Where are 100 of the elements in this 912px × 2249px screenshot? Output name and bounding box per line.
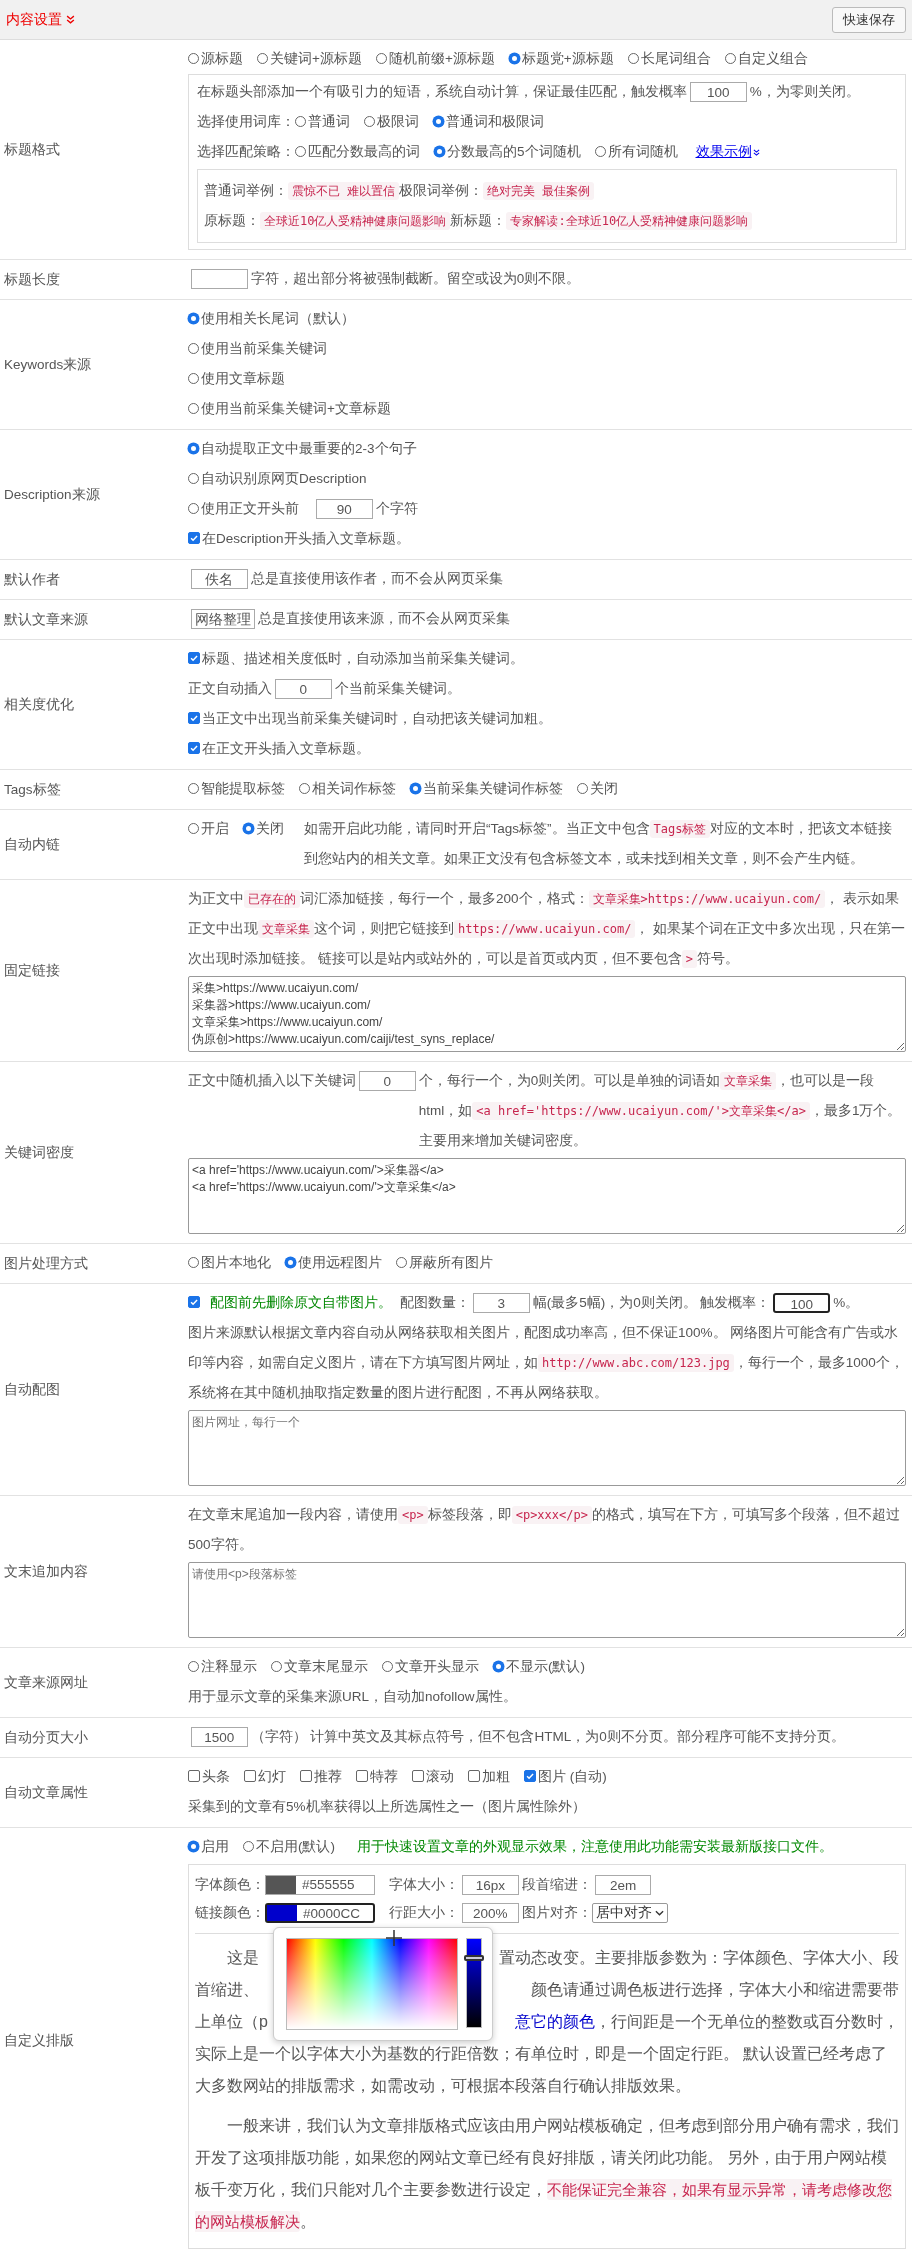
radio-button[interactable] [410,783,421,794]
quick-save-button[interactable]: 快速保存 [832,6,906,33]
radio-option[interactable]: 启用 [188,1839,229,1854]
color-value: #0000CC [302,1905,362,1922]
input-field[interactable]: 0 [275,679,332,700]
section-title[interactable]: 内容设置 [6,10,62,29]
checkbox-option[interactable]: 滚动 [412,1769,454,1784]
radio-option[interactable]: 匹配分数最高的词 [295,144,420,159]
radio-option[interactable]: 普通词和极限词 [433,114,544,129]
checkbox-option[interactable]: 标题、描述相关度低时，自动添加当前采集关键词。 [188,651,524,666]
double-chevron-icon[interactable] [66,15,75,24]
radio-button[interactable] [188,443,199,454]
checkbox[interactable] [468,1770,480,1782]
text-area[interactable]: 采集>https://www.ucaiyun.com/ 采集器>https://www.ucaiyun.com/ 文章采集>https://www.ucaiyun.com/ 伪原创>https://www.ucaiyun.com/caiji/test_syns_replace/ [188,976,906,1052]
checkbox-option[interactable]: 头条 [188,1769,230,1784]
radio-option[interactable]: 随机前缀+源标题 [375,51,495,66]
checkbox[interactable] [356,1770,368,1782]
input-field[interactable]: 3 [473,1293,530,1314]
radio-option[interactable]: 不显示(默认) [493,1659,585,1674]
text-area[interactable]: 请使用<p>段落标签 [188,1562,906,1638]
checkbox-option[interactable]: 图片 (自动) [524,1769,607,1784]
radio-option[interactable]: 关闭 [243,814,284,844]
radio-button[interactable] [493,1661,504,1672]
crosshair-icon[interactable] [386,1930,402,1946]
input-field[interactable]: 1500 [191,1727,248,1748]
radio-option[interactable]: 自动提取正文中最重要的2-3个句子 [188,441,417,456]
radio-option[interactable]: 极限词 [364,114,419,129]
checkbox-option[interactable]: 幻灯 [244,1769,286,1784]
radio-option[interactable]: 注释显示 [188,1659,257,1674]
radio-option[interactable]: 图片本地化 [188,1255,271,1270]
radio-option[interactable]: 关闭 [577,781,618,796]
brightness-track[interactable] [466,1938,482,2028]
radio-option[interactable]: 当前采集关键词作标签 [410,781,563,796]
radio-option[interactable]: 标题党+源标题 [508,51,614,66]
color-field[interactable]: #0000CC [265,1903,375,1924]
double-chevron-icon [752,149,760,156]
radio-option[interactable]: 使用当前采集关键词+文章标题 [188,401,391,416]
radio-option[interactable]: 长尾词组合 [627,51,711,66]
slider-thumb[interactable] [464,1954,484,1961]
text-area[interactable]: 图片网址，每行一个 [188,1410,906,1486]
radio-option[interactable]: 开启 [188,814,229,844]
checkbox-option[interactable]: 推荐 [300,1769,342,1784]
input-field[interactable]: 2em [594,1875,652,1896]
checkbox[interactable] [188,742,200,754]
checkbox-option[interactable]: 在Description开头插入文章标题。 [188,531,410,546]
color-swatch[interactable] [266,1876,296,1895]
radio-button[interactable] [243,823,254,834]
radio-button[interactable] [188,313,199,324]
radio-button[interactable] [434,146,445,157]
color-spectrum[interactable] [286,1938,458,2030]
color-swatch[interactable] [267,1905,297,1922]
radio-option[interactable]: 源标题 [188,51,243,66]
checkbox[interactable] [412,1770,424,1782]
radio-option[interactable]: 使用当前采集关键词 [188,341,327,356]
radio-option[interactable]: 使用正文开头前 [188,501,299,516]
radio-option[interactable]: 使用远程图片 [285,1255,382,1270]
radio-option[interactable]: 所有词随机 [594,144,678,159]
checkbox[interactable] [188,1770,200,1782]
radio-option[interactable]: 使用相关长尾词（默认） [188,311,355,326]
checkbox[interactable] [188,1296,200,1308]
checkbox-option[interactable]: 特荐 [356,1769,398,1784]
radio-option[interactable]: 使用文章标题 [188,371,285,386]
checkbox[interactable] [244,1770,256,1782]
align-select[interactable]: 居中对齐 [591,1903,668,1924]
radio-button[interactable] [433,116,444,127]
checkbox[interactable] [524,1770,536,1782]
radio-button[interactable] [508,53,520,64]
radio-option[interactable]: 分数最高的5个词随机 [434,144,581,159]
radio-button[interactable] [188,1841,199,1852]
radio-option[interactable]: 智能提取标签 [188,781,285,796]
input-field[interactable]: 100 [690,82,747,103]
checkbox-option[interactable]: 当正文中出现当前采集关键词时，自动把该关键词加粗。 [188,711,552,726]
color-field[interactable]: #555555 [265,1875,375,1896]
radio-option[interactable]: 关键词+源标题 [257,51,362,66]
radio-option[interactable]: 普通词 [295,114,350,129]
radio-option[interactable]: 文章末尾显示 [271,1659,368,1674]
input-field[interactable]: 100 [773,1293,831,1314]
radio-button[interactable] [285,1257,296,1268]
input-field[interactable]: 16px [462,1875,519,1896]
example-link[interactable]: 效果示例 [695,144,760,159]
input-field[interactable]: 网络整理 [191,609,255,630]
input-field[interactable] [191,269,248,290]
setting-label: 自动分页大小 [4,1728,88,1747]
checkbox[interactable] [188,652,200,664]
radio-option[interactable]: 不启用(默认) [243,1839,335,1854]
input-field[interactable]: 0 [359,1071,416,1091]
text-area[interactable]: <a href='https://www.ucaiyun.com/'>采集器</a> <a href='https://www.ucaiyun.com/'>文章采集</a> [188,1158,906,1234]
checkbox[interactable] [188,532,200,544]
radio-option[interactable]: 自定义组合 [724,51,808,66]
checkbox-option[interactable]: 在正文开头插入文章标题。 [188,741,370,756]
checkbox[interactable] [188,712,200,724]
radio-option[interactable]: 屏蔽所有图片 [396,1255,493,1270]
input-field[interactable]: 90 [316,499,373,520]
input-field[interactable]: 佚名 [191,569,248,590]
radio-option[interactable]: 相关词作标签 [299,781,396,796]
radio-option[interactable]: 文章开头显示 [382,1659,479,1674]
radio-option[interactable]: 自动识别原网页Description [188,471,367,486]
checkbox[interactable] [300,1770,312,1782]
checkbox-option[interactable]: 加粗 [468,1769,510,1784]
input-field[interactable]: 200% [462,1903,519,1924]
